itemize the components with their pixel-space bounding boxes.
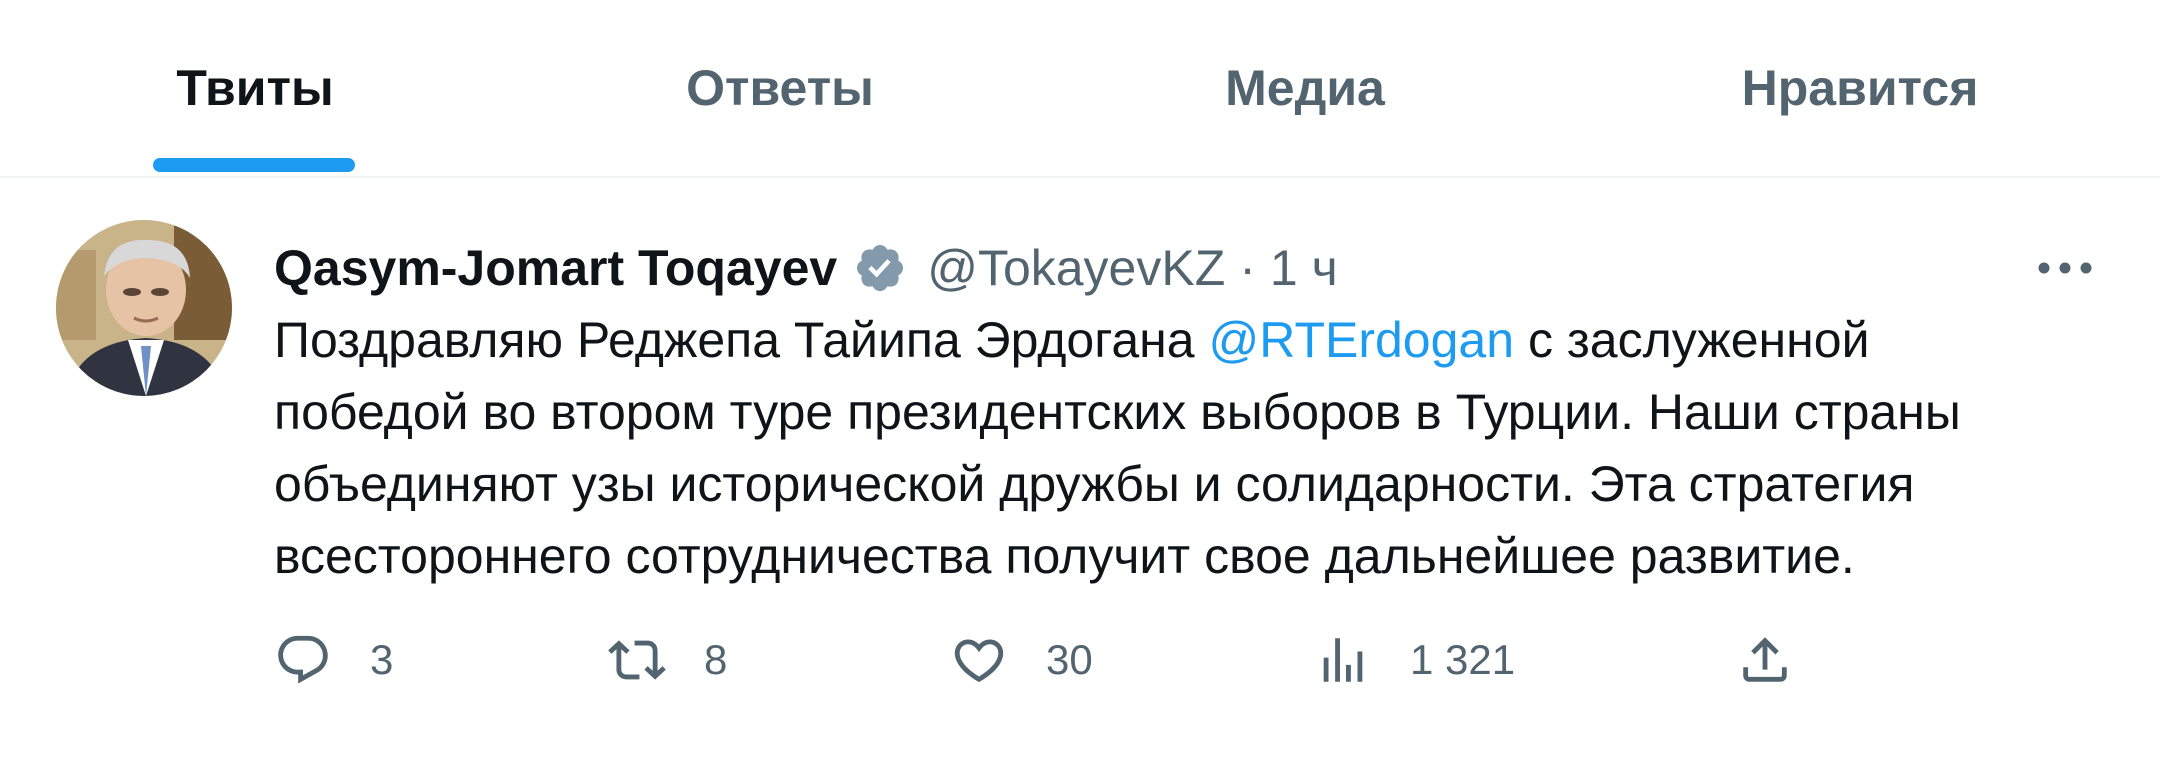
tweet[interactable]: Qasym-Jomart Toqayev @TokayevKZ · 1 ч По… — [0, 178, 2160, 779]
retweet-count: 8 — [704, 636, 728, 683]
tab-tweets[interactable]: Твиты — [110, 0, 400, 176]
tab-media[interactable]: Медиа — [1160, 0, 1450, 176]
tweet-text-line-1: Поздравляю Реджепа Тайипа Эрдогана @RTEr… — [274, 304, 2104, 376]
tab-likes-label: Нравится — [1741, 60, 1979, 116]
tweet-header: Qasym-Jomart Toqayev @TokayevKZ · 1 ч — [274, 228, 1338, 308]
tab-likes[interactable]: Нравится — [1690, 0, 2030, 176]
share-icon — [1743, 637, 1787, 682]
reply-icon — [278, 635, 328, 684]
reply-button[interactable]: 3 — [274, 620, 393, 700]
heart-icon — [954, 639, 1004, 683]
tweet-text-line-2: победой во втором туре президентских выб… — [274, 384, 1961, 440]
more-options-button[interactable] — [2032, 240, 2098, 296]
views-count: 1 321 — [1410, 636, 1516, 683]
tab-replies[interactable]: Ответы — [630, 0, 930, 176]
more-horizontal-icon — [2038, 262, 2092, 274]
retweet-button[interactable]: 8 — [608, 620, 727, 700]
tweet-actions: 3 8 30 1 321 — [274, 620, 2104, 700]
active-tab-indicator — [153, 158, 355, 172]
author-name[interactable]: Qasym-Jomart Toqayev — [274, 239, 837, 297]
share-button[interactable] — [1736, 620, 1794, 700]
tweet-text-line-4: всестороннего сотрудничества получит сво… — [274, 528, 1855, 584]
tab-replies-label: Ответы — [686, 60, 874, 116]
mention-link[interactable]: @RTErdogan — [1209, 312, 1515, 368]
like-button[interactable]: 30 — [950, 620, 1093, 700]
tweet-text-segment: с заслуженной — [1514, 312, 1870, 368]
retweet-icon — [608, 640, 666, 680]
author-handle[interactable]: @TokayevKZ — [927, 239, 1225, 297]
tweet-text: Поздравляю Реджепа Тайипа Эрдогана @RTEr… — [274, 304, 2104, 592]
tweet-timestamp[interactable]: 1 ч — [1270, 239, 1338, 297]
avatar[interactable] — [56, 220, 232, 396]
header-separator: · — [1239, 240, 1256, 296]
reply-count: 3 — [370, 636, 394, 683]
tab-tweets-label: Твиты — [176, 60, 334, 116]
tweet-text-line-3: объединяют узы исторической дружбы и сол… — [274, 456, 1915, 512]
tweet-text-segment: Поздравляю Реджепа Тайипа Эрдогана — [274, 312, 1209, 368]
views-chart-icon — [1323, 638, 1363, 682]
like-count: 30 — [1046, 636, 1093, 683]
profile-tabs: Твиты Ответы Медиа Нравится — [0, 0, 2160, 178]
verified-badge-icon — [853, 241, 907, 295]
tab-media-label: Медиа — [1225, 60, 1385, 116]
views-button[interactable]: 1 321 — [1314, 620, 1515, 700]
